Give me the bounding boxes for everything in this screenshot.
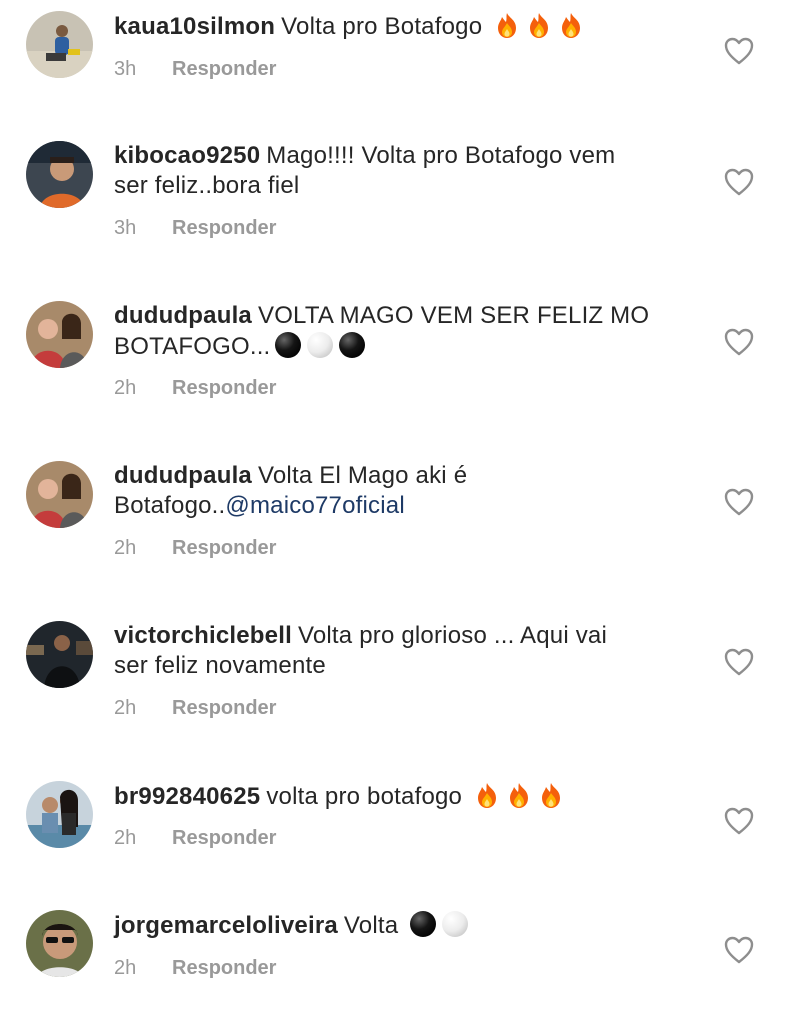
like-button[interactable]: [724, 37, 754, 65]
comment-username[interactable]: kaua10silmon: [114, 13, 275, 40]
fire-emoji: [557, 11, 585, 39]
comment-body: VOLTA MAGO VEM SER FELIZ MO: [257, 302, 650, 329]
comment-text: kaua10silmon Volta pro Botafogo: [114, 11, 674, 42]
comment-time: 2h: [114, 957, 137, 979]
comment-meta: 2h Responder: [114, 376, 276, 400]
comment-username[interactable]: kibocao9250: [114, 142, 260, 169]
comment-meta: 2h Responder: [114, 826, 276, 850]
like-button[interactable]: [724, 488, 754, 516]
avatar-image: [26, 621, 93, 688]
avatar-image: [26, 910, 93, 977]
comment-text: dududpaula Volta El Mago aki é Botafogo..…: [114, 461, 674, 521]
heart-outline-icon: [724, 936, 754, 964]
avatar[interactable]: [26, 141, 93, 208]
reply-button[interactable]: Responder: [172, 537, 276, 559]
reply-button[interactable]: Responder: [172, 697, 276, 719]
avatar-image: [26, 11, 93, 78]
heart-outline-icon: [724, 807, 754, 835]
heart-outline-icon: [724, 328, 754, 356]
comment-meta: 2h Responder: [114, 696, 276, 720]
fire-emoji: [473, 781, 501, 809]
avatar[interactable]: [26, 910, 93, 977]
avatar[interactable]: [26, 781, 93, 848]
black-circle-emoji: [274, 331, 302, 359]
comment-item: kibocao9250 Mago!!!! Volta pro Botafogo v…: [0, 130, 798, 290]
comment-body: volta pro botafogo: [266, 783, 463, 810]
comment-text: kibocao9250 Mago!!!! Volta pro Botafogo v…: [114, 141, 674, 201]
comment-time: 3h: [114, 217, 137, 239]
avatar[interactable]: [26, 621, 93, 688]
avatar[interactable]: [26, 301, 93, 368]
avatar-image: [26, 781, 93, 848]
like-button[interactable]: [724, 328, 754, 356]
comment-meta: 2h Responder: [114, 536, 276, 560]
reply-button[interactable]: Responder: [172, 217, 276, 239]
comment-item: dududpaula Volta El Mago aki é Botafogo..…: [0, 450, 798, 610]
white-circle-emoji: [441, 910, 469, 938]
comment-meta: 2h Responder: [114, 956, 276, 980]
avatar-image: [26, 301, 93, 368]
fire-emoji: [505, 781, 533, 809]
fire-emoji: [525, 11, 553, 39]
comment-meta: 3h Responder: [114, 57, 276, 81]
comment-username[interactable]: victorchiclebell: [114, 622, 292, 649]
comment-item: kaua10silmon Volta pro Botafogo 3h Respond…: [0, 0, 798, 130]
reply-button[interactable]: Responder: [172, 377, 276, 399]
comment-body: Volta: [343, 912, 399, 939]
heart-outline-icon: [724, 488, 754, 516]
comment-body-continued: ser feliz..bora fiel: [114, 172, 300, 199]
comment-body: Volta pro glorioso ... Aqui vai: [297, 622, 608, 649]
reply-button[interactable]: Responder: [172, 58, 276, 80]
comment-time: 2h: [114, 697, 137, 719]
heart-outline-icon: [724, 648, 754, 676]
avatar[interactable]: [26, 461, 93, 528]
comment-time: 3h: [114, 58, 137, 80]
heart-outline-icon: [724, 37, 754, 65]
black-circle-emoji: [409, 910, 437, 938]
mention-link[interactable]: @maico77oficial: [225, 492, 404, 519]
reply-button[interactable]: Responder: [172, 957, 276, 979]
reply-button[interactable]: Responder: [172, 827, 276, 849]
comment-item: victorchiclebell Volta pro glorioso ... A…: [0, 610, 798, 770]
comment-body-continued: BOTAFOGO...: [114, 333, 271, 360]
comment-username[interactable]: dududpaula: [114, 462, 252, 489]
comment-username[interactable]: jorgemarceloliveira: [114, 912, 338, 939]
black-circle-emoji: [338, 331, 366, 359]
comment-time: 2h: [114, 377, 137, 399]
fire-emoji: [537, 781, 565, 809]
comment-body: Volta pro Botafogo: [281, 13, 483, 40]
comment-text: br992840625 volta pro botafogo: [114, 781, 674, 812]
like-button[interactable]: [724, 648, 754, 676]
comment-item: br992840625 volta pro botafogo 2h Responde…: [0, 770, 798, 900]
fire-emoji: [493, 11, 521, 39]
like-button[interactable]: [724, 807, 754, 835]
avatar[interactable]: [26, 11, 93, 78]
avatar-image: [26, 141, 93, 208]
comment-time: 2h: [114, 827, 137, 849]
like-button[interactable]: [724, 168, 754, 196]
heart-outline-icon: [724, 168, 754, 196]
white-circle-emoji: [306, 331, 334, 359]
like-button[interactable]: [724, 936, 754, 964]
comment-username[interactable]: dududpaula: [114, 302, 252, 329]
comment-body: Mago!!!! Volta pro Botafogo vem: [266, 142, 616, 169]
comment-body: Volta El Mago aki é: [257, 462, 468, 489]
comment-item: dududpaula VOLTA MAGO VEM SER FELIZ MO BO…: [0, 290, 798, 450]
comment-item: jorgemarceloliveira Volta 2h Responder: [0, 900, 798, 1024]
comment-text: jorgemarceloliveira Volta: [114, 910, 674, 941]
comment-text: victorchiclebell Volta pro glorioso ... A…: [114, 621, 674, 681]
avatar-image: [26, 461, 93, 528]
comment-username[interactable]: br992840625: [114, 783, 260, 810]
comment-meta: 3h Responder: [114, 216, 276, 240]
comment-body-continued: ser feliz novamente: [114, 652, 326, 679]
comment-time: 2h: [114, 537, 137, 559]
comment-body-continued: Botafogo..: [114, 492, 226, 519]
comment-text: dududpaula VOLTA MAGO VEM SER FELIZ MO BO…: [114, 301, 674, 362]
